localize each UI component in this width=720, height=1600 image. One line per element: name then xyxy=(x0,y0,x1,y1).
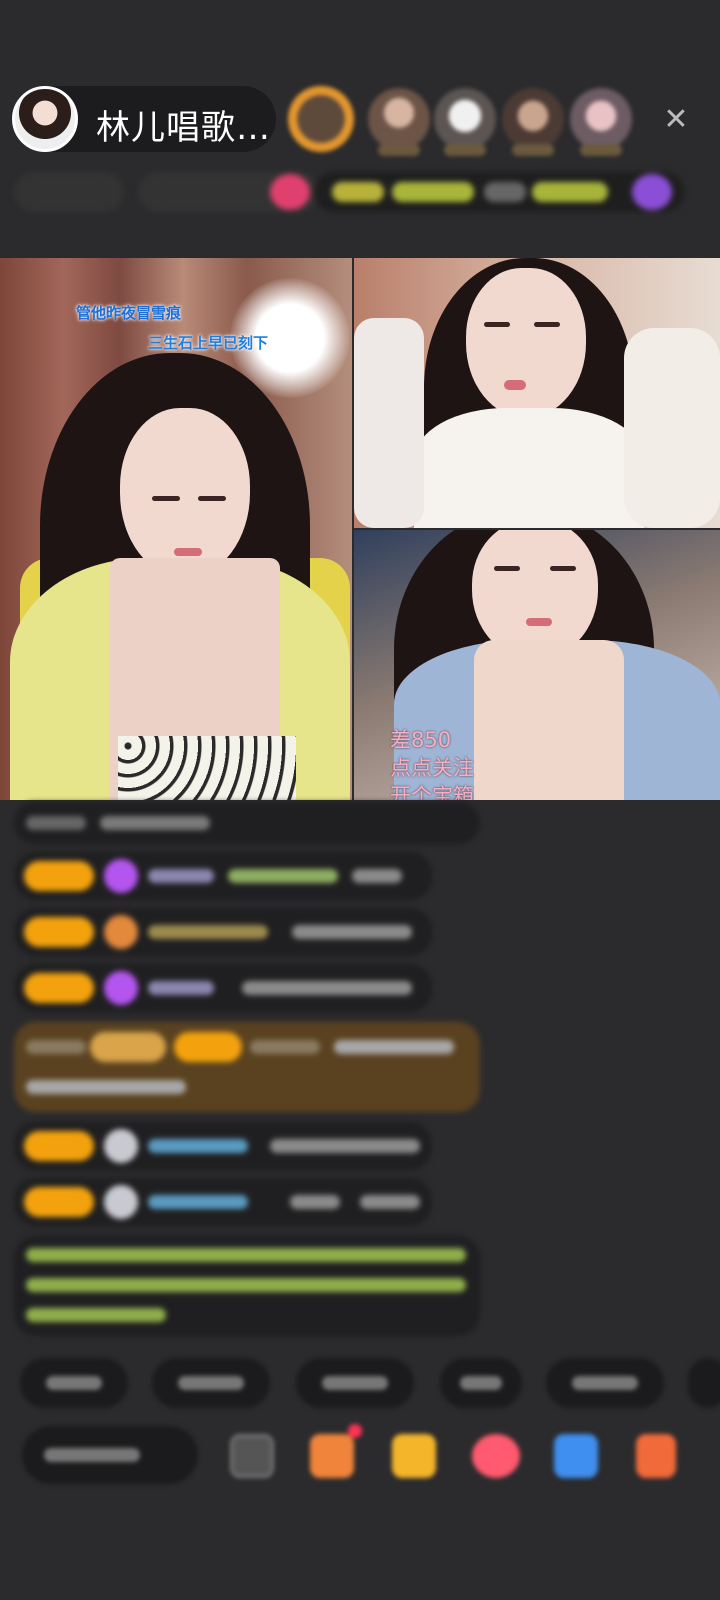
guest1-sweater xyxy=(414,408,644,528)
diamond-icon xyxy=(104,859,138,893)
guest1-arm xyxy=(624,328,720,528)
gift-icon[interactable] xyxy=(270,174,310,210)
quick-reply-chip[interactable] xyxy=(546,1358,664,1408)
goal-overlay-line-3: 开个宝箱 xyxy=(390,784,474,800)
more-icon[interactable] xyxy=(230,1434,274,1478)
guest-video-feed-2[interactable]: 差850 点点关注 开个宝箱 xyxy=(354,530,720,800)
top-viewer-avatar-2[interactable] xyxy=(368,88,430,156)
pk-tag-3 xyxy=(484,182,526,202)
pk-tag-4 xyxy=(532,182,608,202)
quick-reply-chip[interactable] xyxy=(20,1358,128,1408)
top-viewer-avatar-4[interactable] xyxy=(502,88,564,156)
quick-reply-chip[interactable] xyxy=(152,1358,270,1408)
streamer-top xyxy=(118,736,296,800)
shop-icon[interactable] xyxy=(310,1424,362,1478)
chat-input[interactable] xyxy=(22,1426,198,1484)
lucky-bag-icon[interactable] xyxy=(472,1434,520,1478)
top-viewer-avatar-5[interactable] xyxy=(570,88,632,156)
gift-box-icon[interactable] xyxy=(392,1434,436,1478)
quick-reply-chip[interactable] xyxy=(688,1358,720,1408)
chat-message[interactable] xyxy=(14,908,432,956)
pk-tag-2 xyxy=(392,182,474,202)
pk-tag-1 xyxy=(332,182,384,202)
fan-level-badge xyxy=(24,1131,94,1161)
fan-level-badge xyxy=(24,917,94,947)
fan-level-badge xyxy=(24,861,94,891)
chat-message[interactable] xyxy=(14,802,480,844)
user-avatar xyxy=(104,1129,138,1163)
chat-message[interactable] xyxy=(14,964,432,1012)
pk-icon[interactable] xyxy=(632,174,672,210)
fan-level-badge xyxy=(24,1187,94,1217)
flower-icon xyxy=(104,915,138,949)
chat-message[interactable] xyxy=(14,1122,432,1170)
game-icon[interactable] xyxy=(554,1434,598,1478)
notification-dot xyxy=(348,1424,362,1438)
goal-overlay-line-1: 差850 xyxy=(390,728,452,752)
highlighted-chat-message[interactable] xyxy=(14,1022,480,1112)
quick-reply-chip[interactable] xyxy=(440,1358,522,1408)
lyric-line-1: 管他昨夜冒雪痕 xyxy=(76,304,182,322)
host-name[interactable]: 林儿唱歌… xyxy=(96,100,271,149)
goal-overlay-line-2: 点点关注 xyxy=(390,756,474,780)
lyric-line-2: 三生石上早已刻下 xyxy=(148,334,269,352)
user-avatar xyxy=(104,1185,138,1219)
system-notice-message xyxy=(14,1236,480,1336)
top-viewer-avatar-1[interactable] xyxy=(288,86,354,152)
guest1-face xyxy=(466,268,586,418)
noble-badge xyxy=(90,1032,166,1062)
chat-message[interactable] xyxy=(14,1178,432,1226)
quick-reply-chip[interactable] xyxy=(296,1358,414,1408)
host-avatar[interactable] xyxy=(12,86,78,152)
chat-message[interactable] xyxy=(14,852,432,900)
guest1-sleeve xyxy=(354,318,424,528)
top-viewer-avatar-3[interactable] xyxy=(434,88,496,156)
main-video-feed[interactable]: 管他昨夜冒雪痕 三生石上早已刻下 xyxy=(0,258,352,800)
fan-level-badge xyxy=(174,1032,242,1062)
stream-info-row xyxy=(14,172,686,216)
hot-rank-chip[interactable] xyxy=(14,172,124,212)
guest-video-feed-1[interactable] xyxy=(354,258,720,528)
gift-icon[interactable] xyxy=(636,1434,676,1478)
guest2-neck xyxy=(474,640,624,800)
close-icon[interactable]: ✕ xyxy=(660,104,692,136)
diamond-icon xyxy=(104,971,138,1005)
fan-level-badge xyxy=(24,973,94,1003)
